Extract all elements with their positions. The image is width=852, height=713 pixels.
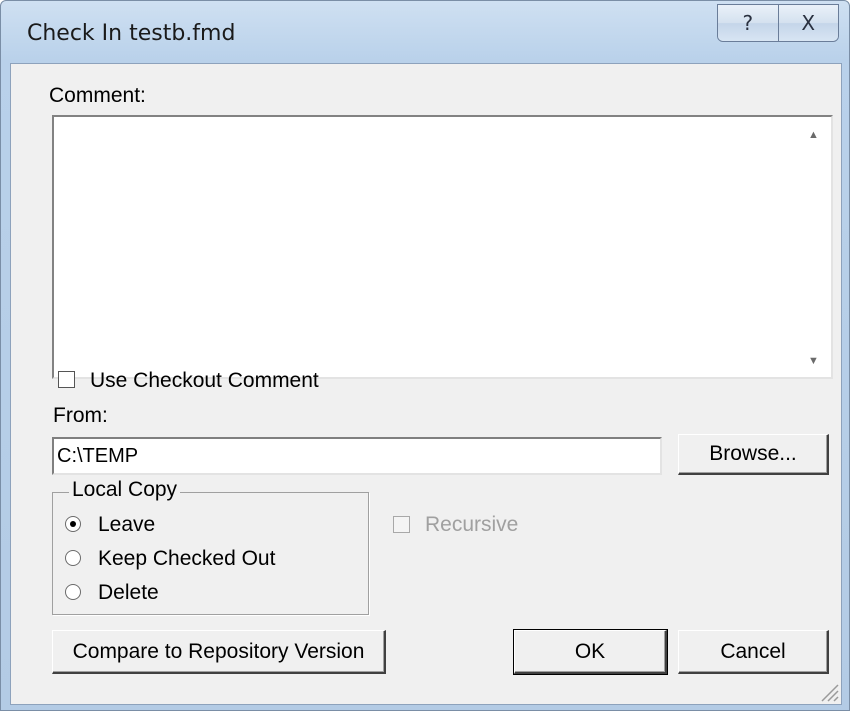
recursive-checkbox[interactable] [393,516,410,533]
scroll-down-icon[interactable]: ▼ [808,355,819,367]
from-path-input[interactable] [52,437,662,475]
dialog-window: Check In testb.fmd ? X Comment: ▲ ▼ Use … [0,0,850,711]
close-button[interactable]: X [777,5,838,41]
radio-leave[interactable] [65,516,81,532]
dialog-client-area: Comment: ▲ ▼ Use Checkout Comment From: … [10,63,842,705]
caption-buttons: ? X [717,4,839,42]
cancel-button[interactable]: Cancel [678,630,829,674]
help-icon: ? [742,11,754,35]
comment-scrollbar[interactable]: ▲ ▼ [795,117,831,377]
radio-delete[interactable] [65,584,81,600]
radio-selected-dot [70,521,76,527]
local-copy-legend: Local Copy [69,478,181,502]
browse-button[interactable]: Browse... [678,434,829,475]
resize-grip-icon[interactable] [817,680,839,702]
dialog-title: Check In testb.fmd [27,21,236,46]
title-bar[interactable]: Check In testb.fmd ? X [1,1,849,63]
ok-button[interactable]: OK [513,629,668,675]
help-button[interactable]: ? [718,5,778,41]
radio-keep-checked-out[interactable] [65,550,81,566]
recursive-label: Recursive [425,513,519,536]
scroll-up-icon[interactable]: ▲ [808,129,819,141]
comment-label: Comment: [49,84,146,107]
comment-textarea[interactable]: ▲ ▼ [52,115,833,379]
compare-repository-button[interactable]: Compare to Repository Version [52,630,386,674]
close-icon: X [801,11,816,35]
from-label: From: [53,404,108,427]
use-checkout-comment-label: Use Checkout Comment [90,369,319,392]
use-checkout-comment-checkbox[interactable] [58,371,75,388]
radio-delete-label: Delete [98,581,159,604]
radio-keep-checked-out-label: Keep Checked Out [98,547,276,570]
radio-leave-label: Leave [98,513,156,536]
